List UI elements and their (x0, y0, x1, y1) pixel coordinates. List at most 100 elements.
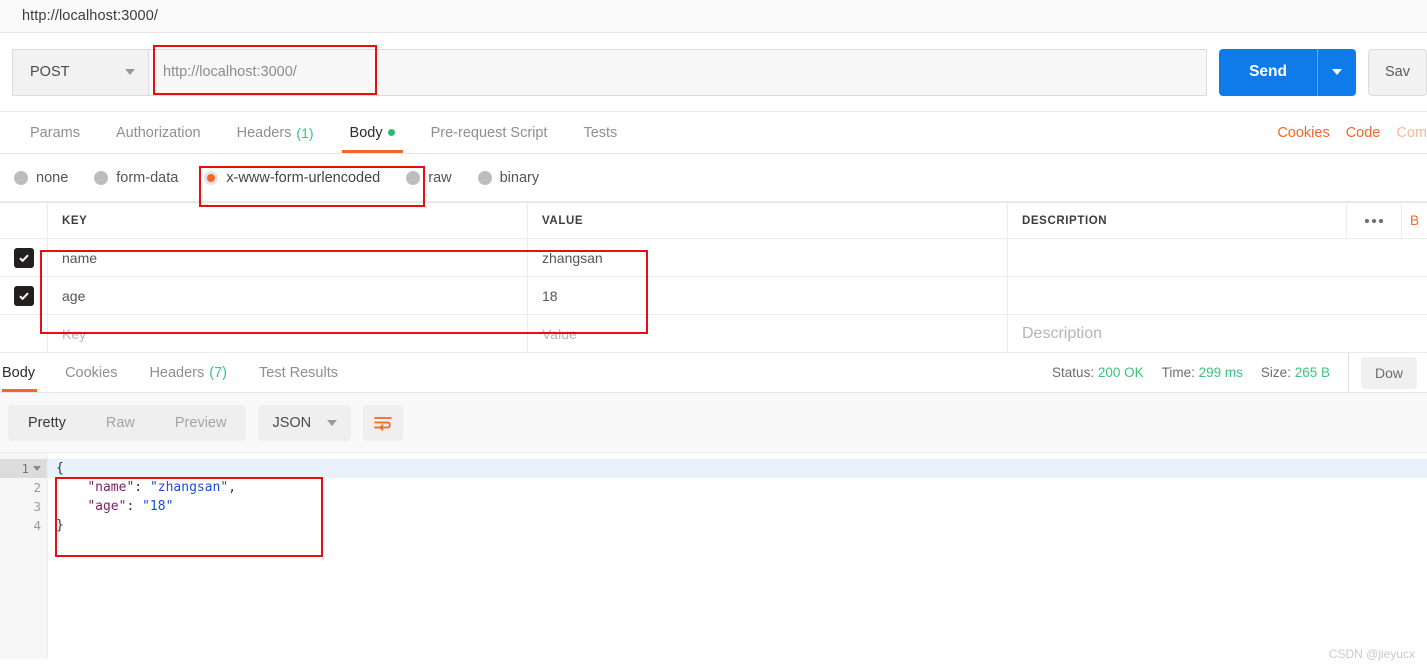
column-header-key: KEY (48, 203, 528, 238)
request-tabs-right-links: Cookies Code Com (1277, 112, 1427, 153)
body-modified-dot-icon (387, 129, 395, 136)
radio-raw-label: raw (428, 169, 452, 186)
http-method-select[interactable]: POST (12, 48, 148, 96)
comments-link[interactable]: Com (1396, 125, 1427, 141)
placeholder-value-input[interactable]: Value (528, 315, 1008, 352)
line-number: 2 (0, 478, 47, 497)
cookies-link[interactable]: Cookies (1277, 125, 1329, 141)
status-value: 200 OK (1097, 365, 1144, 380)
response-tab-cookies[interactable]: Cookies (49, 353, 133, 392)
row-description-input[interactable] (1008, 239, 1427, 276)
radio-icon (406, 170, 421, 185)
download-button-label: Dow (1360, 356, 1417, 389)
response-viewer-toolbar: Pretty Raw Preview JSON (0, 393, 1427, 453)
url-input[interactable]: http://localhost:3000/ (148, 48, 1208, 96)
row-checkbox-cell[interactable] (0, 277, 48, 314)
response-body-viewer[interactable]: 1 2 3 4 { "name" : "zhangsan" , "age": … (0, 453, 1427, 659)
line-number-label: 1 (21, 461, 29, 476)
table-header-tools: B (1345, 203, 1427, 238)
word-wrap-button[interactable] (363, 404, 404, 441)
tab-tests-label: Tests (583, 124, 618, 141)
send-options-button[interactable] (1318, 49, 1356, 96)
send-button[interactable]: Send (1219, 48, 1356, 96)
table-row[interactable]: age 18 (0, 277, 1427, 315)
view-mode-segmented-control: Pretty Raw Preview (8, 404, 247, 441)
row-checkbox-cell[interactable] (0, 239, 48, 276)
response-format-label: JSON (272, 414, 312, 431)
column-header-description: DESCRIPTION (1022, 214, 1108, 227)
watermark: CSDN @jieyucx (1328, 647, 1415, 661)
url-bar: POST http://localhost:3000/ Send Sav (0, 33, 1427, 112)
response-tab-headers-count: (7) (209, 364, 227, 381)
radio-icon (14, 170, 28, 185)
more-options-icon[interactable] (1345, 203, 1401, 238)
postman-window: http://localhost:3000/ POST http://local… (0, 0, 1427, 667)
tab-headers[interactable]: Headers (1) (219, 112, 332, 153)
request-tab-title[interactable]: http://localhost:3000/ (0, 8, 158, 24)
radio-icon (477, 170, 492, 185)
response-tab-headers-label: Headers (149, 364, 205, 381)
line-number-gutter: 1 2 3 4 (0, 453, 48, 659)
radio-none[interactable]: none (14, 170, 68, 186)
radio-form-data[interactable]: form-data (94, 170, 178, 186)
checkbox-checked-icon[interactable] (13, 285, 34, 306)
view-mode-preview[interactable]: Preview (155, 415, 247, 431)
code-token-key: "age" (87, 499, 127, 514)
checkbox-checked-icon[interactable] (13, 247, 34, 268)
row-key-input[interactable]: age (48, 277, 528, 314)
radio-raw[interactable]: raw (406, 169, 452, 186)
download-button[interactable]: Dow (1347, 353, 1417, 392)
fold-arrow-icon[interactable] (33, 466, 41, 471)
response-tab-body-label: Body (2, 364, 36, 381)
view-mode-pretty[interactable]: Pretty (8, 415, 86, 431)
response-tab-body[interactable]: Body (2, 353, 49, 392)
placeholder-key-input[interactable]: Key (48, 315, 528, 352)
code-link[interactable]: Code (1346, 125, 1381, 141)
code-token-colon: : (126, 499, 143, 514)
save-button-label: Sav (1385, 64, 1410, 80)
line-number: 3 (0, 497, 47, 516)
view-mode-raw[interactable]: Raw (86, 415, 155, 431)
response-tab-headers[interactable]: Headers (7) (133, 353, 243, 392)
tab-authorization[interactable]: Authorization (98, 112, 219, 153)
table-row[interactable]: name zhangsan (0, 239, 1427, 277)
save-button[interactable]: Sav (1368, 48, 1427, 96)
form-data-table: KEY VALUE DESCRIPTION B name zhangsan ag… (0, 202, 1427, 353)
response-format-select[interactable]: JSON (258, 404, 352, 441)
size-metric: Size: 265 B (1261, 365, 1330, 380)
radio-icon (94, 170, 109, 185)
row-value-input[interactable]: 18 (528, 277, 1008, 314)
radio-binary-label: binary (499, 169, 540, 186)
json-code-content[interactable]: { "name" : "zhangsan" , "age" : "18" } (48, 453, 1427, 659)
tab-tests[interactable]: Tests (565, 112, 635, 153)
tab-authorization-label: Authorization (115, 124, 201, 141)
tab-body[interactable]: Body (332, 112, 413, 153)
radio-x-www-form-urlencoded[interactable]: x-www-form-urlencoded (204, 170, 380, 186)
table-placeholder-row[interactable]: Key Value Description (0, 315, 1427, 353)
row-description-input[interactable] (1008, 277, 1427, 314)
tab-params[interactable]: Params (12, 112, 98, 153)
size-label: Size: (1260, 365, 1291, 380)
size-value: 265 B (1294, 365, 1330, 380)
radio-none-label: none (36, 169, 69, 186)
code-token-colon: : (134, 480, 150, 495)
code-line: "age" : "18" (48, 497, 1427, 516)
placeholder-description-input[interactable]: Description (1008, 315, 1427, 352)
line-number-label: 4 (33, 518, 41, 533)
row-key-input[interactable]: name (48, 239, 528, 276)
code-token-value: "18" (142, 499, 174, 514)
row-value-input[interactable]: zhangsan (528, 239, 1008, 276)
line-number[interactable]: 1 (0, 459, 47, 478)
request-tabs: Params Authorization Headers (1) Body Pr… (0, 112, 1427, 154)
tab-pre-request-script[interactable]: Pre-request Script (413, 112, 566, 153)
radio-form-data-label: form-data (116, 169, 179, 186)
response-tab-test-results[interactable]: Test Results (243, 353, 354, 392)
bulk-edit-link[interactable]: B (1400, 203, 1427, 238)
radio-binary[interactable]: binary (477, 169, 540, 186)
code-line: { (48, 459, 1427, 478)
code-token: { (56, 461, 64, 476)
word-wrap-icon (374, 416, 392, 431)
tab-headers-count: (1) (296, 124, 314, 141)
tab-headers-label: Headers (236, 124, 292, 141)
